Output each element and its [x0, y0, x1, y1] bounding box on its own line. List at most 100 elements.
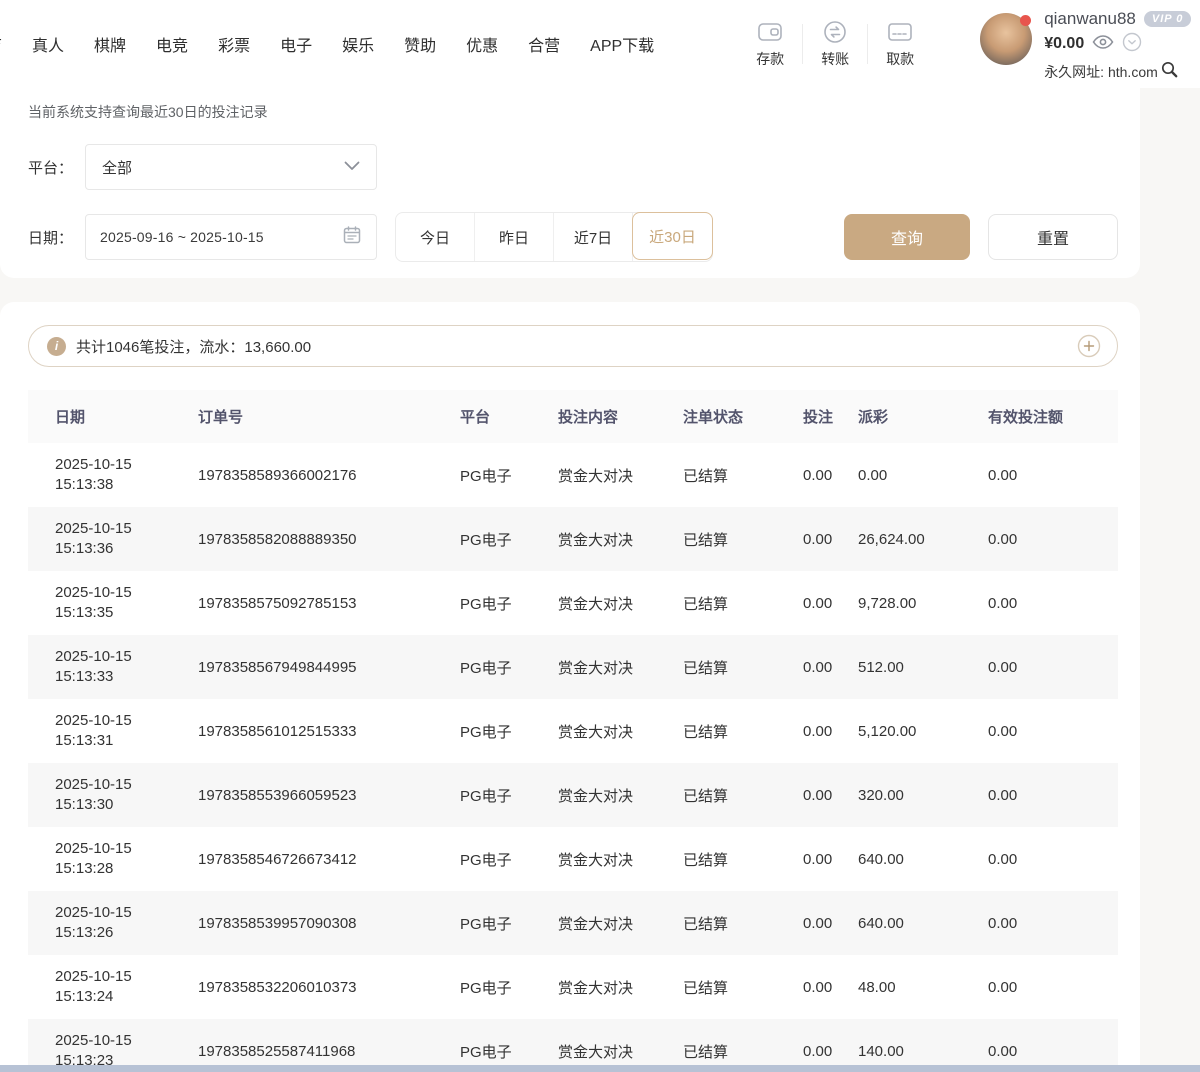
cell-status: 已结算 — [656, 891, 776, 955]
cell-bet-amount: 0.00 — [776, 507, 831, 571]
nav-item-cards[interactable]: 棋牌 — [94, 32, 126, 56]
cell-payout: 9,728.00 — [831, 571, 961, 635]
cell-platform: PG电子 — [433, 635, 531, 699]
transfer-label: 转账 — [821, 49, 849, 69]
system-note: 当前系统支持查询最近30日的投注记录 — [28, 102, 1140, 122]
withdraw-button[interactable]: 取款 — [868, 20, 932, 69]
summary-text: 共计1046笔投注，流水：13,660.00 — [76, 336, 311, 357]
cell-date: 2025-10-1515:13:30 — [28, 763, 171, 827]
nav-item-entertainment[interactable]: 娱乐 — [342, 32, 374, 56]
cell-bet-content: 赏金大对决 — [531, 763, 656, 827]
cell-payout: 640.00 — [831, 891, 961, 955]
platform-selected-value: 全部 — [102, 157, 132, 178]
quick-range-7days[interactable]: 近7日 — [554, 213, 633, 261]
date-label: 日期： — [28, 227, 85, 248]
platform-select[interactable]: 全部 — [85, 144, 377, 190]
cell-bet-content: 赏金大对决 — [531, 827, 656, 891]
avatar-wrap[interactable] — [980, 13, 1032, 65]
cell-payout: 0.00 — [831, 443, 961, 507]
nav-item-slots[interactable]: 电子 — [280, 32, 312, 56]
platform-label: 平台： — [28, 157, 85, 178]
cell-status: 已结算 — [656, 571, 776, 635]
quick-range-today[interactable]: 今日 — [396, 213, 475, 261]
cell-bet-content: 赏金大对决 — [531, 955, 656, 1019]
cell-status: 已结算 — [656, 827, 776, 891]
cell-date: 2025-10-1515:13:26 — [28, 891, 171, 955]
cell-order-number: 1978358546726673412 — [171, 827, 433, 891]
vip-badge: VIP 0 — [1144, 11, 1192, 27]
nav-item-affiliate[interactable]: 合营 — [528, 32, 560, 56]
cell-date: 2025-10-1515:13:31 — [28, 699, 171, 763]
username[interactable]: qianwanu88 — [1044, 9, 1136, 29]
cell-platform: PG电子 — [433, 443, 531, 507]
reset-button[interactable]: 重置 — [988, 214, 1118, 260]
cell-order-number: 1978358553966059523 — [171, 763, 433, 827]
date-range-input[interactable]: 2025-09-16 ~ 2025-10-15 — [85, 214, 377, 260]
search-button[interactable]: 查询 — [844, 214, 970, 260]
cell-payout: 48.00 — [831, 955, 961, 1019]
cell-bet-amount: 0.00 — [776, 443, 831, 507]
deposit-wallet-icon — [757, 20, 783, 44]
cell-platform: PG电子 — [433, 955, 531, 1019]
cell-date: 2025-10-1515:13:38 — [28, 443, 171, 507]
cell-valid-bet: 0.00 — [961, 443, 1118, 507]
cell-valid-bet: 0.00 — [961, 891, 1118, 955]
cell-bet-content: 赏金大对决 — [531, 443, 656, 507]
deposit-button[interactable]: 存款 — [738, 20, 802, 69]
cell-status: 已结算 — [656, 635, 776, 699]
col-header-valid: 有效投注额 — [961, 390, 1118, 443]
cell-status: 已结算 — [656, 955, 776, 1019]
nav-item-app-download[interactable]: APP下载 — [590, 32, 654, 56]
cell-platform: PG电子 — [433, 827, 531, 891]
withdraw-card-icon — [887, 20, 913, 44]
cell-bet-content: 赏金大对决 — [531, 507, 656, 571]
cell-status: 已结算 — [656, 443, 776, 507]
eye-icon[interactable] — [1092, 34, 1114, 55]
cell-platform: PG电子 — [433, 571, 531, 635]
quick-range-yesterday[interactable]: 昨日 — [475, 213, 554, 261]
cell-bet-amount: 0.00 — [776, 827, 831, 891]
cell-valid-bet: 0.00 — [961, 955, 1118, 1019]
cell-valid-bet: 0.00 — [961, 571, 1118, 635]
nav-item-sports[interactable]: 育 — [0, 32, 2, 56]
user-block: qianwanu88 VIP 0 ¥0.00 永久网址: hth.com — [980, 5, 1191, 84]
nav-item-esports[interactable]: 电竞 — [156, 32, 188, 56]
nav-item-promo[interactable]: 优惠 — [466, 32, 498, 56]
cell-payout: 26,624.00 — [831, 507, 961, 571]
nav-item-lottery[interactable]: 彩票 — [218, 32, 250, 56]
horizontal-scrollbar[interactable] — [0, 1065, 1200, 1072]
cell-payout: 5,120.00 — [831, 699, 961, 763]
cell-payout: 320.00 — [831, 763, 961, 827]
transfer-icon — [822, 20, 848, 44]
col-header-platform: 平台 — [433, 390, 531, 443]
filter-card: 当前系统支持查询最近30日的投注记录 平台： 全部 日期： 2025-09-16… — [0, 88, 1140, 278]
col-header-status: 注单状态 — [656, 390, 776, 443]
info-icon: i — [47, 337, 66, 356]
transfer-button[interactable]: 转账 — [803, 20, 867, 69]
nav-item-live[interactable]: 真人 — [32, 32, 64, 56]
cell-bet-content: 赏金大对决 — [531, 571, 656, 635]
table-row: 2025-10-1515:13:261978358539957090308PG电… — [28, 891, 1118, 955]
calendar-icon — [342, 225, 362, 250]
cell-bet-content: 赏金大对决 — [531, 699, 656, 763]
cell-bet-amount: 0.00 — [776, 955, 831, 1019]
deposit-label: 存款 — [756, 49, 784, 69]
cell-order-number: 1978358567949844995 — [171, 635, 433, 699]
cell-status: 已结算 — [656, 699, 776, 763]
plus-icon[interactable] — [1077, 334, 1101, 358]
cell-bet-content: 赏金大对决 — [531, 635, 656, 699]
cell-platform: PG电子 — [433, 763, 531, 827]
quick-range-30days[interactable]: 近30日 — [632, 212, 713, 260]
chevron-down-circle-icon[interactable] — [1122, 32, 1142, 57]
table-row: 2025-10-1515:13:381978358589366002176PG电… — [28, 443, 1118, 507]
magnifier-icon[interactable] — [1160, 60, 1179, 84]
records-card: i 共计1046笔投注，流水：13,660.00 日期 订单号 平台 投注内容 … — [0, 302, 1140, 1072]
cell-order-number: 1978358561012515333 — [171, 699, 433, 763]
notification-dot — [1020, 15, 1031, 26]
cell-valid-bet: 0.00 — [961, 699, 1118, 763]
table-row: 2025-10-1515:13:361978358582088889350PG电… — [28, 507, 1118, 571]
nav-item-sponsor[interactable]: 赞助 — [404, 32, 436, 56]
date-range-value: 2025-09-16 ~ 2025-10-15 — [100, 229, 264, 245]
cell-bet-amount: 0.00 — [776, 699, 831, 763]
cell-bet-amount: 0.00 — [776, 571, 831, 635]
